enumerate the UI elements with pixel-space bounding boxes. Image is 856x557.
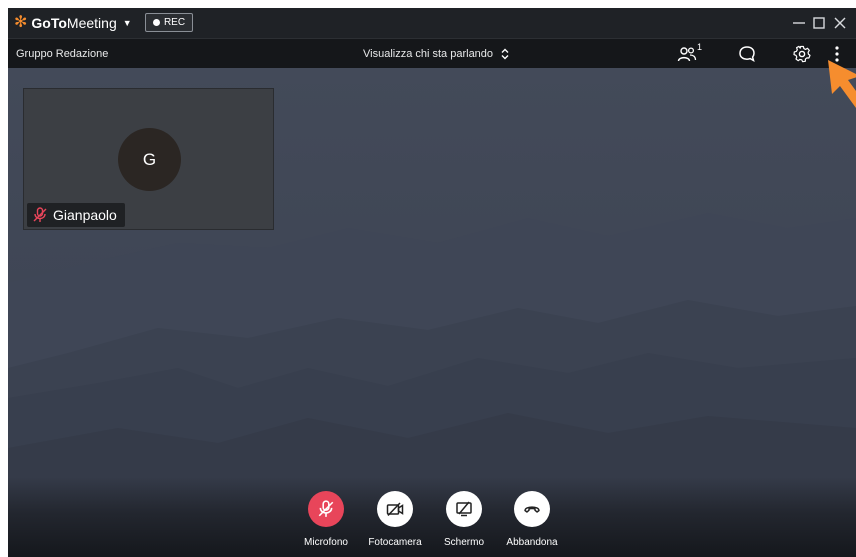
maximize-icon	[813, 17, 825, 29]
pointer-arrow-icon	[828, 60, 856, 108]
leave-control[interactable]: Abbandona	[497, 491, 567, 548]
microphone-control[interactable]: Microfono	[291, 491, 361, 548]
participants-button[interactable]: 1	[674, 42, 702, 66]
screen-share-label: Schermo	[443, 537, 484, 548]
participants-icon	[677, 47, 697, 62]
microphone-button[interactable]	[308, 491, 344, 527]
camera-button[interactable]	[377, 491, 413, 527]
participant-tile[interactable]: G Gianpaolo	[23, 88, 274, 230]
close-button[interactable]	[829, 8, 851, 38]
video-stage: G Gianpaolo Microfono Fotocamera Schermo…	[8, 68, 856, 557]
maximize-button[interactable]	[808, 8, 830, 38]
caret-down-icon: ▼	[122, 18, 132, 28]
meeting-toolbar: Gruppo Redazione Visualizza chi sta parl…	[8, 38, 856, 68]
leave-button[interactable]	[514, 491, 550, 527]
settings-button[interactable]	[789, 42, 815, 66]
camera-off-icon	[386, 502, 404, 517]
gotomeeting-logo-icon: ✻	[14, 14, 28, 31]
meeting-name: Gruppo Redazione	[16, 48, 109, 60]
minimize-button[interactable]	[788, 8, 810, 38]
record-label: REC	[163, 17, 186, 28]
chevron-updown-icon	[501, 48, 509, 60]
camera-control[interactable]: Fotocamera	[360, 491, 430, 548]
screen-share-button[interactable]	[446, 491, 482, 527]
title-bar: ✻ GoToMeeting ▼ REC	[8, 8, 856, 38]
microphone-label: Microfono	[304, 537, 348, 548]
chat-button[interactable]	[734, 42, 760, 66]
leave-label: Abbandona	[506, 537, 558, 548]
app-menu[interactable]: ✻ GoToMeeting ▼	[14, 8, 132, 38]
close-icon	[834, 17, 846, 29]
avatar: G	[118, 128, 181, 191]
participant-name: Gianpaolo	[53, 207, 117, 223]
meeting-window: ✻ GoToMeeting ▼ REC Gruppo Redazione Vis…	[8, 8, 856, 557]
mic-off-icon	[33, 207, 47, 222]
minimize-icon	[793, 22, 805, 24]
view-mode-label: Visualizza chi sta parlando	[363, 48, 494, 60]
app-title: GoToMeeting	[31, 15, 117, 31]
call-controls: Microfono Fotocamera Schermo Abbandona	[8, 477, 856, 557]
screen-share-control[interactable]: Schermo	[429, 491, 499, 548]
camera-label: Fotocamera	[368, 537, 422, 548]
view-mode-select[interactable]: Visualizza chi sta parlando	[363, 39, 509, 69]
record-dot-icon	[152, 19, 160, 26]
mic-off-icon	[318, 500, 334, 517]
participants-count-badge: 1	[696, 42, 702, 52]
screen-share-off-icon	[456, 501, 472, 517]
gear-icon	[793, 45, 811, 63]
hang-up-icon	[524, 506, 540, 513]
participant-name-tag: Gianpaolo	[27, 203, 125, 227]
record-button[interactable]: REC	[145, 13, 193, 32]
chat-icon	[739, 46, 755, 63]
